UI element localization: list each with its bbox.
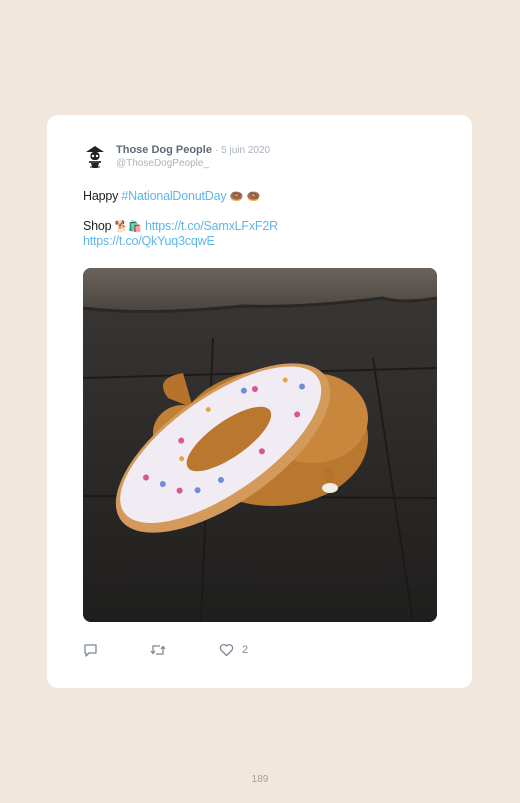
like-count: 2 xyxy=(242,644,249,656)
avatar[interactable] xyxy=(83,143,107,171)
page-number: 189 xyxy=(251,774,269,785)
reply-button[interactable] xyxy=(83,643,98,657)
tweet-text-line-1: Happy #NationalDonutDay 🍩 🍩 xyxy=(83,189,260,203)
shop-emoji: 🐕🛍️ xyxy=(114,220,142,233)
tweet-actions: 2 xyxy=(83,643,437,659)
author-handle[interactable]: @ThoseDogPeople_ xyxy=(116,158,209,169)
reply-icon xyxy=(84,644,97,657)
like-button[interactable]: 2 xyxy=(219,643,248,657)
author-name[interactable]: Those Dog People xyxy=(116,144,212,156)
dog-donut-photo xyxy=(83,268,437,622)
dog-logo-icon xyxy=(86,146,104,168)
media-link[interactable]: https://t.co/QkYuq3cqwE xyxy=(83,234,215,248)
donut-emoji: 🍩 🍩 xyxy=(229,190,260,203)
tweet-text-line-2: Shop 🐕🛍️ https://t.co/SamxLFxF2R xyxy=(83,219,278,233)
shop-link[interactable]: https://t.co/SamxLFxF2R xyxy=(145,219,278,233)
author-line: Those Dog People · 5 juin 2020 xyxy=(116,144,270,156)
text-shop: Shop xyxy=(83,219,115,233)
tweet-text-line-3: https://t.co/QkYuq3cqwE xyxy=(83,234,215,248)
text-happy: Happy xyxy=(83,189,122,203)
tweet-card: Those Dog People · 5 juin 2020 @ThoseDog… xyxy=(47,115,472,688)
hashtag-link[interactable]: #NationalDonutDay xyxy=(121,189,226,203)
heart-icon xyxy=(219,643,234,657)
retweet-icon xyxy=(150,645,166,655)
tweet-date[interactable]: · 5 juin 2020 xyxy=(215,145,270,156)
retweet-button[interactable] xyxy=(150,643,166,657)
tweet-media[interactable] xyxy=(83,268,437,622)
